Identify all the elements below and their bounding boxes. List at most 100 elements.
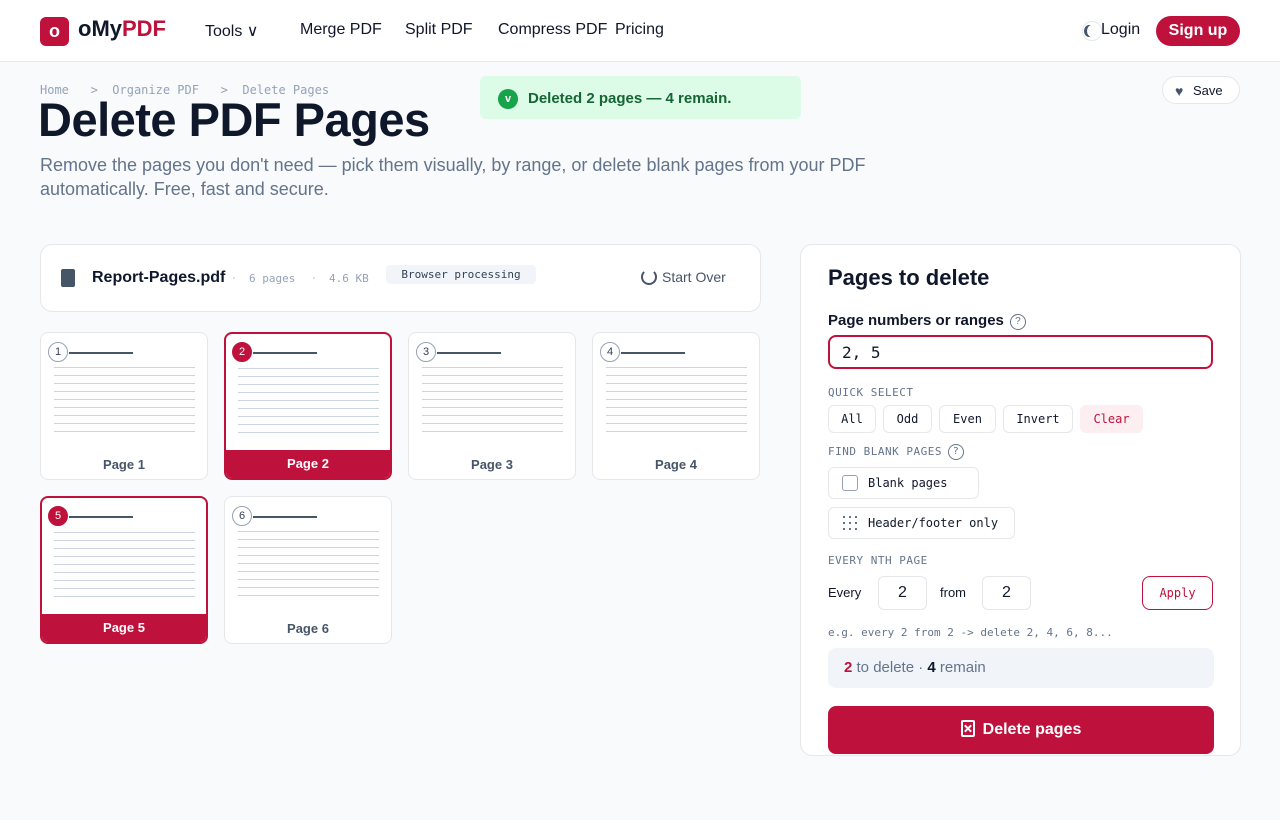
blank-pages-label: Blank pages <box>868 476 948 490</box>
page-thumbnail-6[interactable]: 6 Page 6 <box>224 496 392 644</box>
page-text-line <box>238 408 379 409</box>
page-thumbnail-5[interactable]: 5 Page 5 <box>40 496 208 644</box>
page-text-line <box>54 423 195 424</box>
logo-text-accent: PDF <box>122 16 166 41</box>
clear-selection-button[interactable]: Clear <box>1080 405 1143 433</box>
checkbox[interactable] <box>842 475 858 491</box>
find-blank-label-text: FIND BLANK PAGES <box>828 445 942 458</box>
page-text-line <box>422 399 563 400</box>
page-thumbnail-2[interactable]: 2 Page 2 <box>224 332 392 480</box>
file-name: Report-Pages.pdf <box>92 269 226 286</box>
page-number-badge: 5 <box>48 506 68 526</box>
save-label: Save <box>1193 83 1223 98</box>
header-footer-option[interactable]: Header/footer only <box>828 507 1015 539</box>
from-page-input[interactable]: 2 <box>982 576 1031 610</box>
page-text-line <box>238 547 379 548</box>
nth-example-hint: e.g. every 2 from 2 -> delete 2, 4, 6, 8… <box>828 626 1113 639</box>
moon-icon[interactable] <box>1082 21 1102 41</box>
help-icon[interactable]: ? <box>947 444 964 460</box>
logo-text-primary: oMy <box>78 16 122 41</box>
page-text-line <box>606 391 747 392</box>
delete-count: 2 <box>844 659 853 676</box>
page-range-input[interactable] <box>828 335 1213 369</box>
page-heading-line <box>69 352 133 354</box>
select-even-button[interactable]: Even <box>939 405 996 433</box>
page-text-line <box>238 571 379 572</box>
delete-pages-button[interactable]: Delete pages <box>828 706 1214 754</box>
delete-count-text: to delete <box>856 659 915 676</box>
page-text-line <box>54 588 195 589</box>
header-footer-label: Header/footer only <box>868 516 999 530</box>
logo-text[interactable]: oMyPDF <box>78 16 166 42</box>
select-all-button[interactable]: All <box>828 405 876 433</box>
delete-pages-label: Delete pages <box>982 721 1082 738</box>
page-text-line <box>54 431 195 432</box>
delete-file-icon <box>960 720 975 737</box>
page-number-badge: 6 <box>232 506 252 526</box>
page-text-line <box>606 399 747 400</box>
page-heading-line <box>437 352 501 354</box>
page-text-line <box>238 563 379 564</box>
page-label: Page 1 <box>103 457 145 472</box>
remain-count-text: remain <box>939 659 986 676</box>
page-heading-line <box>253 516 317 518</box>
save-button[interactable]: ♥ Save <box>1162 76 1240 104</box>
page-text-line <box>54 556 195 557</box>
summary-separator: · <box>918 659 924 676</box>
page-subtitle: Remove the pages you don't need — pick t… <box>40 155 866 199</box>
toast-message: Deleted 2 pages — 4 remain. <box>528 90 732 107</box>
page-number-badge: 2 <box>232 342 252 362</box>
page-text-line <box>238 424 379 425</box>
page-number-badge: 1 <box>48 342 68 362</box>
select-odd-button[interactable]: Odd <box>883 405 932 433</box>
meta-separator: · <box>312 272 316 284</box>
page-text-line <box>54 391 195 392</box>
page-heading-line <box>253 352 317 354</box>
page-text-line <box>238 587 379 588</box>
page-label: Page 4 <box>655 457 697 472</box>
nav-tools-dropdown[interactable]: Tools ∨ <box>205 21 259 41</box>
logo-mark[interactable]: o <box>40 17 69 46</box>
page-text-line <box>238 432 379 433</box>
page-text-line <box>422 383 563 384</box>
range-label-text: Page numbers or ranges <box>828 312 1004 329</box>
invert-selection-button[interactable]: Invert <box>1003 405 1073 433</box>
signup-button[interactable]: Sign up <box>1156 16 1240 46</box>
page-text-line <box>238 531 379 532</box>
page-text-line <box>422 375 563 376</box>
page-thumbnail-3[interactable]: 3 Page 3 <box>408 332 576 480</box>
file-icon <box>61 269 75 287</box>
find-blank-label: FIND BLANK PAGES? <box>828 444 964 460</box>
page-text-line <box>606 431 747 432</box>
login-link[interactable]: Login <box>1101 21 1140 39</box>
nav-pricing[interactable]: Pricing <box>615 21 664 39</box>
page-thumbnail-1[interactable]: 1 Page 1 <box>40 332 208 480</box>
page-text-line <box>238 376 379 377</box>
success-toast: v Deleted 2 pages — 4 remain. <box>480 76 801 119</box>
page-text-line <box>54 399 195 400</box>
page-text-line <box>238 595 379 596</box>
delete-options-panel: Pages to delete Page numbers or ranges? … <box>800 244 1241 756</box>
apply-nth-button[interactable]: Apply <box>1142 576 1213 610</box>
start-over-label: Start Over <box>662 269 726 285</box>
page-text-line <box>422 367 563 368</box>
remain-count: 4 <box>927 659 936 676</box>
nav-merge-pdf[interactable]: Merge PDF <box>300 21 382 39</box>
nav-split-pdf[interactable]: Split PDF <box>405 21 473 39</box>
page-text-line <box>422 423 563 424</box>
file-page-count: 6 pages <box>249 272 296 285</box>
heart-icon: ♥ <box>1175 83 1184 99</box>
page-text-line <box>606 423 747 424</box>
page-text-line <box>54 407 195 408</box>
blank-pages-option[interactable]: Blank pages <box>828 467 979 499</box>
every-nth-label: EVERY NTH PAGE <box>828 554 928 567</box>
page-label: Page 3 <box>471 457 513 472</box>
start-over-button[interactable]: Start Over <box>641 269 726 285</box>
nav-compress-pdf[interactable]: Compress PDF <box>498 21 607 39</box>
help-icon[interactable]: ? <box>1009 314 1026 330</box>
page-text-line <box>54 367 195 368</box>
page-text-line <box>238 400 379 401</box>
page-label: Page 5 <box>42 614 206 642</box>
every-nth-input[interactable]: 2 <box>878 576 927 610</box>
page-thumbnail-4[interactable]: 4 Page 4 <box>592 332 760 480</box>
